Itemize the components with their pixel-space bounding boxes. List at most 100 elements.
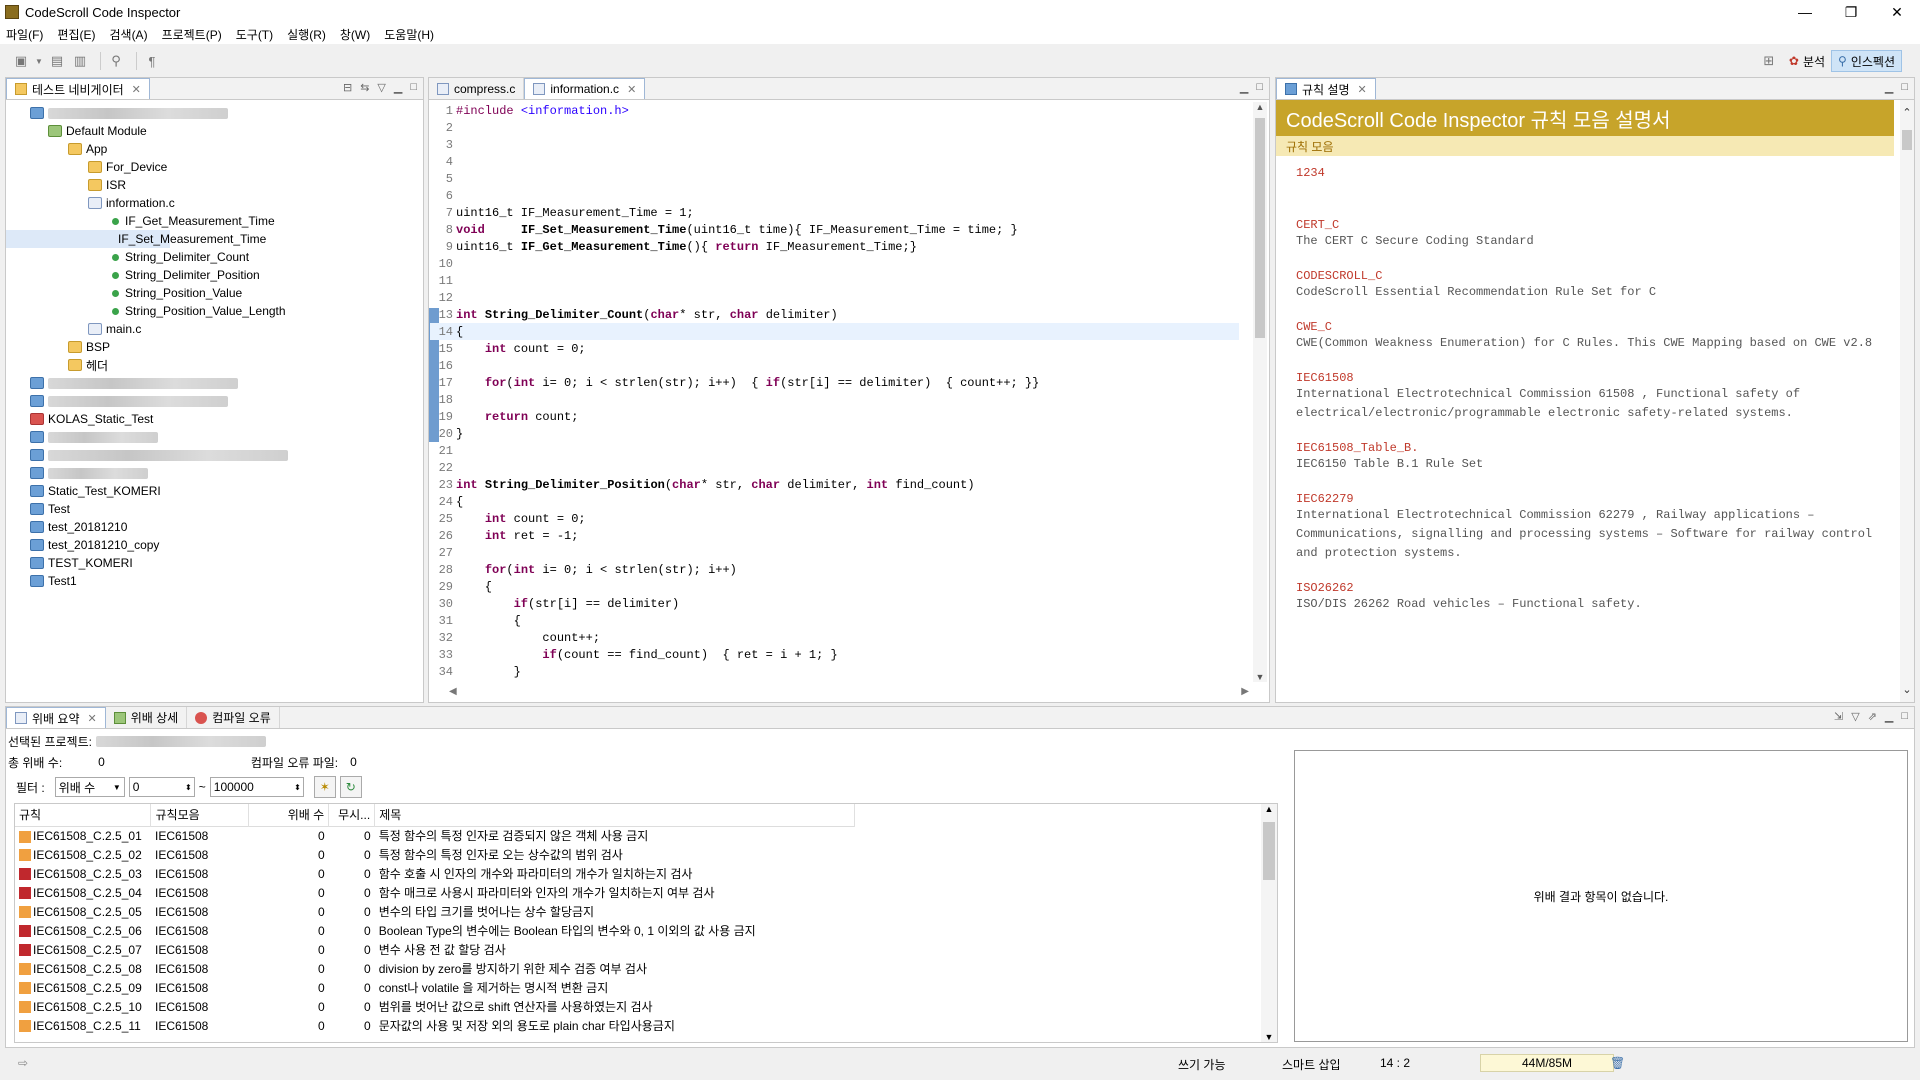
rule-set-link[interactable]: ISO26262	[1296, 581, 1886, 595]
tree-item-project[interactable]: test_20181210	[6, 518, 423, 536]
scroll-down-icon[interactable]: ▼	[1253, 672, 1267, 682]
scroll-down-icon[interactable]: ⌄	[1900, 683, 1914, 696]
perspective-inspection[interactable]: ⚲ 인스펙션	[1831, 50, 1902, 72]
tree-item-project[interactable]: Test	[6, 500, 423, 518]
menu-run[interactable]: 실행(R)	[287, 26, 326, 43]
code-line[interactable]: 1 #include <information.h>	[430, 102, 1239, 119]
close-tab-icon[interactable]: ✕	[627, 83, 636, 96]
code-line[interactable]: 31 {	[430, 612, 1239, 629]
scroll-down-icon[interactable]: ▼	[1261, 1032, 1277, 1042]
tree-item-information-c[interactable]: information.c	[6, 194, 423, 212]
code-line[interactable]: 30 if(str[i] == delimiter)	[430, 595, 1239, 612]
filter-type-select[interactable]: 위배 수 ▼	[54, 777, 125, 797]
tab-violation-summary[interactable]: 위배 요약 ✕	[6, 707, 106, 728]
tree-item-header[interactable]: 헤더	[6, 356, 423, 374]
code-line[interactable]: 16	[430, 357, 1239, 374]
code-editor[interactable]: 1 #include <information.h> 2 3 4 5 6 7 uint16_t …	[430, 102, 1239, 682]
code-line[interactable]: 17 for(int i= 0; i < strlen(str); i++) {…	[430, 374, 1239, 391]
menu-edit[interactable]: 편집(E)	[57, 26, 95, 43]
rule-set-link[interactable]: CODESCROLL_C	[1296, 269, 1886, 283]
close-tab-icon[interactable]: ✕	[132, 83, 141, 96]
table-row[interactable]: IEC61508_C.2.5_03 IEC61508 0 0 함수 호출 시 인자의 개…	[15, 864, 855, 883]
code-line[interactable]: 32 count++;	[430, 629, 1239, 646]
rule-set-link[interactable]: IEC61508_Table_B.	[1296, 441, 1886, 455]
tree-item-function[interactable]: String_Position_Value_Length	[6, 302, 423, 320]
table-row[interactable]: IEC61508_C.2.5_09 IEC61508 0 0 const나 volati…	[15, 978, 855, 997]
close-tab-icon[interactable]: ✕	[1358, 83, 1367, 96]
table-row[interactable]: IEC61508_C.2.5_06 IEC61508 0 0 Boolean Type의…	[15, 921, 855, 940]
col-rule[interactable]: 규칙	[15, 804, 152, 826]
close-button[interactable]: ✕	[1874, 0, 1920, 24]
tree-item-function[interactable]: String_Position_Value	[6, 284, 423, 302]
table-row[interactable]: IEC61508_C.2.5_01 IEC61508 0 0 특정 함수의 특정 인자로…	[15, 826, 855, 845]
horizontal-scrollbar[interactable]: ◀ ▶	[449, 686, 1249, 700]
table-row[interactable]: IEC61508_C.2.5_07 IEC61508 0 0 변수 사용 전 값 할당 …	[15, 940, 855, 959]
link-editor-icon[interactable]: ⇆	[360, 81, 369, 94]
view-menu-icon[interactable]: ▽	[377, 81, 385, 94]
code-line[interactable]: 8 void IF_Set_Measurement_Time(uint16_t t…	[430, 221, 1239, 238]
open-external-icon[interactable]: ⇗	[1868, 710, 1877, 723]
tree-item-app[interactable]: App	[6, 140, 423, 158]
table-row[interactable]: IEC61508_C.2.5_10 IEC61508 0 0 범위를 벗어난 값으로 s…	[15, 997, 855, 1016]
maximize-view-icon[interactable]: □	[410, 81, 417, 94]
tree-item-isr[interactable]: ISR	[6, 176, 423, 194]
code-line[interactable]: 6	[430, 187, 1239, 204]
code-line[interactable]: 15 int count = 0;	[430, 340, 1239, 357]
table-row[interactable]: IEC61508_C.2.5_05 IEC61508 0 0 변수의 타입 크기를 벗어…	[15, 902, 855, 921]
code-line[interactable]: 28 for(int i= 0; i < strlen(str); i++)	[430, 561, 1239, 578]
code-line[interactable]: 14{	[430, 323, 1239, 340]
rule-set-link[interactable]: IEC61508	[1296, 371, 1886, 385]
col-title[interactable]: 제목	[374, 804, 855, 826]
tree-item-function[interactable]: String_Delimiter_Count	[6, 248, 423, 266]
tree-item-function[interactable]: String_Delimiter_Position	[6, 266, 423, 284]
col-violations[interactable]: 위배 수	[248, 804, 330, 826]
tab-test-navigator[interactable]: 테스트 네비게이터 ✕	[6, 78, 150, 99]
code-line[interactable]: 3	[430, 136, 1239, 153]
tree-item-project[interactable]: test_20181210_copy	[6, 536, 423, 554]
open-perspective-icon[interactable]: ⊞	[1760, 52, 1778, 70]
minimize-view-icon[interactable]: ▁	[1885, 710, 1893, 723]
tree-item-project[interactable]	[6, 446, 423, 464]
tab-rule-description[interactable]: 규칙 설명 ✕	[1276, 78, 1376, 99]
rules-scrollbar[interactable]: ⌃ ⌄	[1900, 100, 1914, 702]
scroll-left-icon[interactable]: ◀	[449, 686, 457, 700]
scroll-right-icon[interactable]: ▶	[1241, 686, 1249, 700]
table-row[interactable]: IEC61508_C.2.5_08 IEC61508 0 0 division by z…	[15, 959, 855, 978]
spinner-icon[interactable]: ⬍	[185, 783, 192, 792]
code-line[interactable]: 25 int count = 0;	[430, 510, 1239, 527]
tree-item-kolas[interactable]: KOLAS_Static_Test	[6, 410, 423, 428]
code-line[interactable]: 27	[430, 544, 1239, 561]
scroll-up-icon[interactable]: ▲	[1253, 102, 1267, 112]
col-ruleset[interactable]: 규칙모음	[150, 804, 250, 826]
filter-min-spinner[interactable]: 0 ⬍	[128, 777, 195, 797]
spinner-icon[interactable]: ⬍	[294, 783, 301, 792]
rule-set-link[interactable]: CERT_C	[1296, 218, 1886, 232]
apply-filter-button[interactable]: ✶	[313, 776, 336, 798]
garbage-collect-icon[interactable]: 🗑	[1610, 1056, 1625, 1070]
tree-item-project[interactable]	[6, 104, 423, 122]
view-menu-icon[interactable]: ▽	[1851, 710, 1859, 723]
menu-file[interactable]: 파일(F)	[6, 26, 43, 43]
tree-item-function[interactable]: IF_Get_Measurement_Time	[6, 212, 423, 230]
menu-help[interactable]: 도움말(H)	[384, 26, 434, 43]
code-line[interactable]: 2	[430, 119, 1239, 136]
table-scrollbar[interactable]: ▲ ▼	[1261, 804, 1277, 1042]
heap-status[interactable]: 44M/85M	[1480, 1054, 1614, 1072]
table-row[interactable]: IEC61508_C.2.5_02 IEC61508 0 0 특정 함수의 특정 인자로…	[15, 845, 855, 864]
code-line[interactable]: 10	[430, 255, 1239, 272]
collapse-all-icon[interactable]: ⊟	[343, 81, 352, 94]
minimize-view-icon[interactable]: ▁	[1885, 81, 1893, 94]
rule-set-link[interactable]: 1234	[1296, 166, 1886, 180]
editor-scrollbar[interactable]: ▲ ▼	[1253, 102, 1267, 682]
code-line[interactable]: 20}	[430, 425, 1239, 442]
scroll-up-icon[interactable]: ▲	[1261, 804, 1277, 814]
col-ignored[interactable]: 무시...	[328, 804, 376, 826]
code-line[interactable]: 13 int String_Delimiter_Count(char* str, …	[430, 306, 1239, 323]
save-icon[interactable]: ▤	[48, 52, 66, 70]
tree-item-project[interactable]	[6, 464, 423, 482]
tree-item-project[interactable]	[6, 374, 423, 392]
tree-item-project[interactable]: Static_Test_KOMERI	[6, 482, 423, 500]
tab-information-c[interactable]: information.c ✕	[524, 78, 646, 99]
code-line[interactable]: 5	[430, 170, 1239, 187]
table-row[interactable]: IEC61508_C.2.5_11 IEC61508 0 0 문자값의 사용 및 저장 …	[15, 1016, 855, 1035]
